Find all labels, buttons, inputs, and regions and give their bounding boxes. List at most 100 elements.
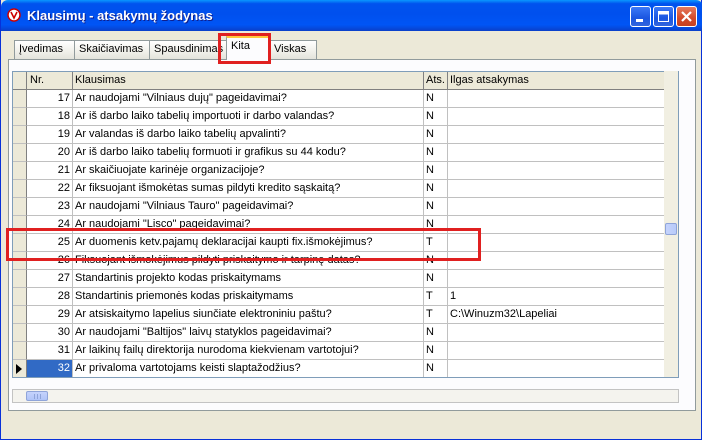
cell-question[interactable]: Ar duomenis ketv.pajamų deklaracijai kau…: [73, 234, 424, 252]
table-row[interactable]: 18 Ar iš darbo laiko tabelių importuoti i…: [13, 108, 665, 126]
cell-answer[interactable]: [448, 198, 665, 216]
cell-ats[interactable]: N: [424, 342, 448, 360]
cell-ats[interactable]: N: [424, 144, 448, 162]
close-button[interactable]: [676, 6, 697, 27]
cell-nr[interactable]: 23: [27, 198, 73, 216]
questions-grid[interactable]: Nr. Klausimas Ats. Ilgas atsakymas 17 Ar …: [12, 71, 679, 378]
cell-answer[interactable]: [448, 162, 665, 180]
cell-nr[interactable]: 17: [27, 90, 73, 108]
cell-answer[interactable]: [448, 144, 665, 162]
title-bar[interactable]: Klausimų - atsakymų žodynas: [1, 0, 702, 31]
table-row[interactable]: 24 Ar naudojami "Lisco" pageidavimai? N: [13, 216, 665, 234]
cell-ats[interactable]: N: [424, 324, 448, 342]
cell-answer[interactable]: [448, 342, 665, 360]
cell-nr[interactable]: 22: [27, 180, 73, 198]
minimize-button[interactable]: [630, 6, 651, 27]
cell-question[interactable]: Ar laikinų failų direktorija nurodoma ki…: [73, 342, 424, 360]
table-row[interactable]: 26 Fiksuojant išmokėjimus pildyti priskai…: [13, 252, 665, 270]
cell-question[interactable]: Ar naudojami "Baltijos" laivų statyklos …: [73, 324, 424, 342]
vertical-scroll-thumb[interactable]: [665, 223, 677, 235]
cell-nr[interactable]: 31: [27, 342, 73, 360]
cell-answer[interactable]: 1: [448, 288, 665, 306]
table-row[interactable]: 29 Ar atsiskaitymo lapelius siunčiate ele…: [13, 306, 665, 324]
table-row[interactable]: 25 Ar duomenis ketv.pajamų deklaracijai k…: [13, 234, 665, 252]
cell-question[interactable]: Ar naudojami "Vilniaus Tauro" pageidavim…: [73, 198, 424, 216]
cell-nr[interactable]: 26: [27, 252, 73, 270]
vertical-scrollbar[interactable]: [664, 71, 678, 377]
cell-question[interactable]: Fiksuojant išmokėjimus pildyti priskaity…: [73, 252, 424, 270]
cell-question[interactable]: Ar valandas iš darbo laiko tabelių apval…: [73, 126, 424, 144]
cell-nr[interactable]: 25: [27, 234, 73, 252]
tab-viskas[interactable]: Viskas: [269, 40, 317, 59]
table-row[interactable]: 23 Ar naudojami "Vilniaus Tauro" pageidav…: [13, 198, 665, 216]
horizontal-scrollbar[interactable]: [12, 389, 679, 403]
cell-question[interactable]: Ar skaičiuojate karinėje organizacijoje?: [73, 162, 424, 180]
cell-question[interactable]: Ar privaloma vartotojams keisti slaptažo…: [73, 360, 424, 377]
header-answer[interactable]: Ilgas atsakymas: [448, 72, 665, 90]
maximize-button[interactable]: [653, 6, 674, 27]
table-row[interactable]: 20 Ar iš darbo laiko tabelių formuoti ir …: [13, 144, 665, 162]
header-question[interactable]: Klausimas: [73, 72, 424, 90]
cell-ats[interactable]: N: [424, 162, 448, 180]
header-ats[interactable]: Ats.: [424, 72, 448, 90]
cell-answer[interactable]: [448, 108, 665, 126]
cell-question[interactable]: Ar atsiskaitymo lapelius siunčiate elekt…: [73, 306, 424, 324]
cell-question[interactable]: Ar naudojami "Lisco" pageidavimai?: [73, 216, 424, 234]
cell-answer[interactable]: [448, 234, 665, 252]
cell-ats[interactable]: N: [424, 252, 448, 270]
table-row[interactable]: 32 Ar privaloma vartotojams keisti slapta…: [13, 360, 665, 377]
cell-nr[interactable]: 29: [27, 306, 73, 324]
cell-ats[interactable]: N: [424, 270, 448, 288]
table-row[interactable]: 28 Standartinis priemonės kodas priskaity…: [13, 288, 665, 306]
cell-ats[interactable]: T: [424, 234, 448, 252]
cell-question[interactable]: Standartinis priemonės kodas priskaityma…: [73, 288, 424, 306]
cell-question[interactable]: Ar iš darbo laiko tabelių importuoti ir …: [73, 108, 424, 126]
table-row[interactable]: 17 Ar naudojami "Vilniaus dujų" pageidavi…: [13, 90, 665, 108]
cell-nr[interactable]: 30: [27, 324, 73, 342]
cell-answer[interactable]: [448, 252, 665, 270]
horizontal-scroll-thumb[interactable]: [26, 391, 48, 401]
table-row[interactable]: 21 Ar skaičiuojate karinėje organizacijoj…: [13, 162, 665, 180]
cell-answer[interactable]: [448, 90, 665, 108]
table-row[interactable]: 27 Standartinis projekto kodas priskaitym…: [13, 270, 665, 288]
cell-ats[interactable]: N: [424, 360, 448, 377]
cell-nr[interactable]: 19: [27, 126, 73, 144]
cell-ats[interactable]: T: [424, 288, 448, 306]
cell-nr[interactable]: 18: [27, 108, 73, 126]
table-row[interactable]: 22 Ar fiksuojant išmokėtas sumas pildyti …: [13, 180, 665, 198]
cell-answer[interactable]: [448, 216, 665, 234]
cell-answer[interactable]: [448, 180, 665, 198]
app-icon: [7, 8, 21, 22]
cell-answer[interactable]: [448, 360, 665, 377]
cell-nr[interactable]: 21: [27, 162, 73, 180]
cell-nr[interactable]: 32: [27, 360, 73, 377]
cell-answer[interactable]: C:\Winuzm32\Lapeliai: [448, 306, 665, 324]
cell-question[interactable]: Ar fiksuojant išmokėtas sumas pildyti kr…: [73, 180, 424, 198]
tab-spausdinimas[interactable]: Spausdinimas: [149, 40, 228, 59]
header-nr[interactable]: Nr.: [27, 72, 73, 90]
tab-kita[interactable]: Kita: [226, 36, 270, 60]
cell-ats[interactable]: N: [424, 108, 448, 126]
cell-ats[interactable]: N: [424, 90, 448, 108]
tab-ivedimas[interactable]: Įvedimas: [14, 40, 75, 59]
cell-ats[interactable]: N: [424, 216, 448, 234]
cell-question[interactable]: Ar iš darbo laiko tabelių formuoti ir gr…: [73, 144, 424, 162]
cell-ats[interactable]: T: [424, 306, 448, 324]
table-row[interactable]: 31 Ar laikinų failų direktorija nurodoma …: [13, 342, 665, 360]
cell-question[interactable]: Ar naudojami "Vilniaus dujų" pageidavima…: [73, 90, 424, 108]
cell-nr[interactable]: 27: [27, 270, 73, 288]
cell-answer[interactable]: [448, 126, 665, 144]
tab-skaiciavimas[interactable]: Skaičiavimas: [74, 40, 150, 59]
table-row[interactable]: 19 Ar valandas iš darbo laiko tabelių apv…: [13, 126, 665, 144]
maximize-icon: [658, 11, 669, 22]
cell-answer[interactable]: [448, 324, 665, 342]
cell-nr[interactable]: 24: [27, 216, 73, 234]
cell-nr[interactable]: 28: [27, 288, 73, 306]
cell-nr[interactable]: 20: [27, 144, 73, 162]
cell-answer[interactable]: [448, 270, 665, 288]
cell-question[interactable]: Standartinis projekto kodas priskaitymam…: [73, 270, 424, 288]
cell-ats[interactable]: N: [424, 180, 448, 198]
cell-ats[interactable]: N: [424, 126, 448, 144]
table-row[interactable]: 30 Ar naudojami "Baltijos" laivų statyklo…: [13, 324, 665, 342]
cell-ats[interactable]: N: [424, 198, 448, 216]
